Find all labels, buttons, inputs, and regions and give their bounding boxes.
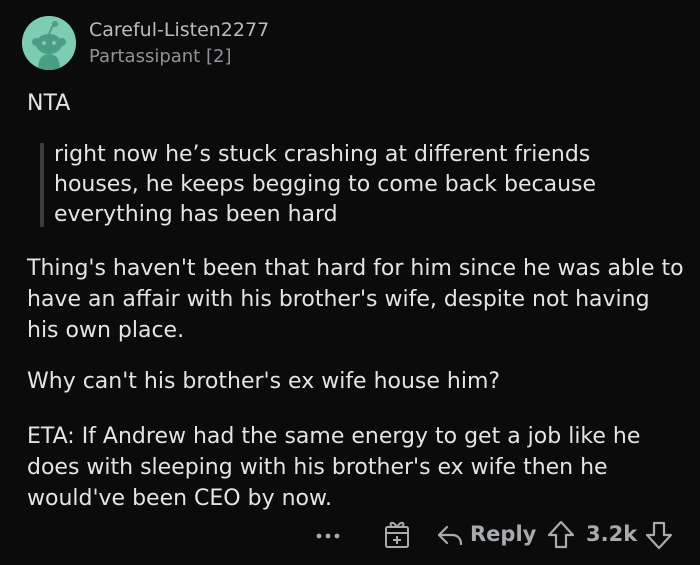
more-options-button[interactable] [314,514,342,554]
avatar[interactable] [22,16,76,70]
quote-bar [40,143,44,227]
comment-paragraph-1: Thing's haven't been that hard for him s… [27,256,684,343]
vote-score: 3.2k [586,514,637,554]
reply-arrow-icon [437,525,463,546]
quote-text: right now he’s stuck crashing at differe… [54,142,597,227]
downvote-arrow-icon [645,521,673,550]
comment: Careful-Listen2277 Partassipant [2] NTA … [0,0,700,565]
username[interactable]: Careful-Listen2277 [89,17,269,43]
blockquote: right now he’s stuck crashing at differe… [40,140,680,228]
snoo-avatar-icon [22,16,76,70]
reply-label: Reply [470,522,537,546]
downvote-button[interactable] [644,514,674,554]
upvote-button[interactable] [546,514,576,554]
more-options-icon [316,533,340,539]
upvote-arrow-icon [547,520,575,549]
comment-paragraph-3: ETA: If Andrew had the same energy to ge… [27,424,641,511]
verdict-text: NTA [27,91,71,116]
comment-action-bar: Reply 3.2k [0,514,700,554]
reply-button[interactable]: Reply [436,514,536,554]
comment-paragraph-2: Why can't his brother's ex wife house hi… [27,369,501,394]
give-award-button[interactable] [382,514,412,554]
gift-award-icon [385,521,409,548]
score-label: 3.2k [586,522,638,546]
user-flair: Partassipant [2] [89,46,232,67]
